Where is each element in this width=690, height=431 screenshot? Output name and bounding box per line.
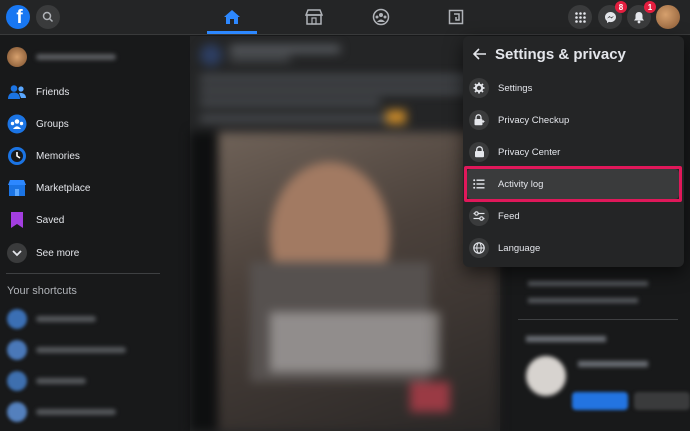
marketplace-store-icon (305, 9, 323, 25)
shortcut-item[interactable] (0, 366, 165, 396)
menu-item-language[interactable]: Language (467, 233, 679, 263)
sidebar-item-profile[interactable] (0, 42, 165, 72)
tab-gaming[interactable] (421, 0, 491, 34)
memories-icon (8, 147, 26, 165)
sidebar-item-label: Saved (36, 214, 65, 226)
sidebar-item-see-more[interactable]: See more (0, 238, 165, 268)
settings-title: Settings & privacy (495, 45, 626, 63)
menu-item-label: Feed (498, 210, 520, 222)
shortcut-item[interactable] (0, 397, 165, 427)
menu-item-activity-log[interactable]: Activity log (467, 169, 679, 199)
sidebar-divider (6, 273, 160, 274)
arrow-left-icon (473, 48, 486, 60)
back-button[interactable] (467, 41, 493, 67)
settings-header: Settings & privacy (463, 36, 684, 72)
gear-icon (473, 82, 485, 94)
post-video[interactable] (190, 132, 500, 431)
lock-plus-icon (474, 114, 485, 126)
sidebar-item-label: Groups (36, 118, 69, 130)
sidebar-item-marketplace[interactable]: Marketplace (0, 173, 165, 203)
facebook-logo[interactable]: f (6, 5, 30, 29)
messenger-badge: 8 (615, 1, 627, 13)
left-sidebar: Friends Groups Memories Marketplace Save… (0, 34, 170, 431)
tab-groups[interactable] (346, 0, 416, 34)
tab-marketplace[interactable] (279, 0, 349, 34)
shortcut-avatar (7, 340, 27, 360)
shortcut-avatar (7, 309, 27, 329)
menu-item-feed[interactable]: Feed (467, 201, 679, 231)
confirm-button[interactable] (572, 392, 628, 410)
menu-item-settings[interactable]: Settings (467, 73, 679, 103)
account-avatar[interactable] (656, 5, 680, 29)
sidebar-item-friends[interactable]: Friends (0, 77, 165, 107)
menu-item-label: Privacy Checkup (498, 114, 570, 126)
gaming-icon (448, 9, 464, 25)
shortcut-avatar (7, 402, 27, 422)
saved-icon (11, 212, 23, 228)
menu-item-label: Language (498, 242, 541, 254)
home-icon (224, 10, 240, 24)
menu-item-label: Privacy Center (498, 146, 561, 158)
shortcut-item[interactable] (0, 304, 165, 334)
delete-button[interactable] (634, 392, 690, 410)
news-feed-post (190, 36, 500, 431)
shortcut-item[interactable] (0, 335, 165, 365)
sidebar-item-label: See more (36, 247, 80, 259)
globe-icon (473, 242, 485, 254)
menu-button[interactable] (568, 5, 592, 29)
messenger-button[interactable]: 8 (598, 1, 627, 29)
chevron-down-icon (12, 250, 22, 257)
sidebar-item-saved[interactable]: Saved (0, 205, 165, 235)
friends-icon (8, 85, 26, 99)
shortcut-avatar (7, 371, 27, 391)
sliders-icon (473, 211, 485, 221)
notifications-button[interactable]: 1 (627, 1, 656, 29)
lock-icon (474, 146, 484, 158)
tab-home[interactable] (197, 0, 267, 34)
menu-item-label: Settings (498, 82, 533, 94)
marketplace-icon (8, 180, 26, 196)
search-icon (42, 11, 54, 23)
menu-item-privacy-center[interactable]: Privacy Center (467, 137, 679, 167)
list-icon (473, 179, 485, 189)
search-button[interactable] (36, 5, 60, 29)
post-author-avatar (200, 44, 222, 66)
friend-request-avatar (526, 356, 566, 396)
sidebar-item-groups[interactable]: Groups (0, 109, 165, 139)
sidebar-item-label: Friends (36, 86, 70, 98)
avatar (7, 47, 27, 67)
messenger-icon (604, 11, 616, 23)
sidebar-item-label: Memories (36, 150, 80, 162)
groups-icon (7, 114, 27, 134)
shortcuts-title: Your shortcuts (7, 285, 77, 297)
sidebar-item-memories[interactable]: Memories (0, 141, 165, 171)
bell-icon (634, 11, 644, 23)
groups-icon (372, 8, 390, 26)
notifications-badge: 1 (644, 1, 656, 13)
menu-item-privacy-checkup[interactable]: Privacy Checkup (467, 105, 679, 135)
top-navigation-bar: f 8 1 (0, 0, 690, 35)
sidebar-item-label: Marketplace (36, 182, 91, 194)
settings-privacy-menu: Settings & privacy Settings Privacy Chec… (463, 36, 684, 267)
menu-item-label: Activity log (498, 178, 544, 190)
menu-grid-icon (574, 11, 586, 23)
